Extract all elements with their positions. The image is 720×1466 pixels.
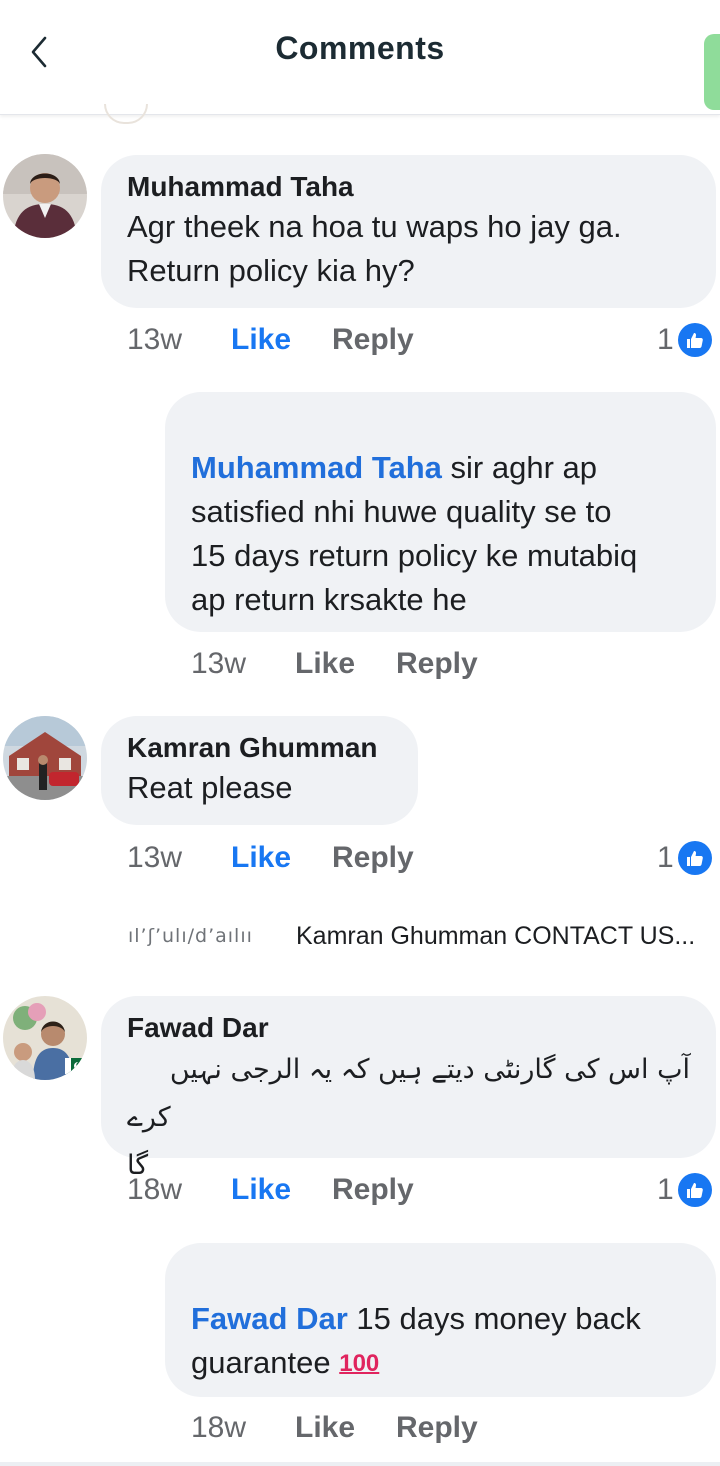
reaction-count[interactable]: 1: [657, 838, 712, 878]
reply-text-line: satisfied nhi huwe quality se to: [191, 494, 612, 529]
reaction-count[interactable]: 1: [657, 1170, 712, 1210]
comment-actions: 13w Like Reply: [127, 838, 414, 878]
comment-bubble[interactable]: Fawad Dar آپ اس کی گارنٹی دیتے ہیں کہ یہ…: [101, 996, 716, 1181]
reply-bubble[interactable]: Muhammad Taha sir aghr ap satisfied nhi …: [165, 392, 716, 632]
comment-bubble[interactable]: Kamran Ghumman Reat please: [101, 716, 418, 825]
reply-button[interactable]: Reply: [332, 323, 414, 357]
avatar-image: [3, 716, 87, 800]
reply-preview[interactable]: ıl’ʃ’ulı/d’aılıı Kamran Ghumman CONTACT …: [128, 914, 720, 958]
reply-actions: 13w Like Reply: [191, 644, 478, 684]
reaction-count[interactable]: 1: [657, 320, 712, 360]
avatar[interactable]: [3, 716, 87, 800]
reply-text-line: guarantee: [191, 1345, 340, 1380]
divider: [0, 1462, 720, 1466]
reply-text-line: ap return krsakte he: [191, 582, 467, 617]
avatar-image: [3, 154, 87, 238]
comment-text-line: آپ اس کی گارنٹی دیتے ہیں کہ یہ الرجی نہی…: [169, 1054, 690, 1085]
reply-preview-text: Kamran Ghumman CONTACT US...: [296, 921, 696, 950]
floating-action-edge[interactable]: [704, 34, 720, 110]
comment-actions: 18w Like Reply: [127, 1170, 414, 1210]
mention-link[interactable]: Fawad Dar: [191, 1301, 348, 1336]
thumbs-up-icon: [677, 1173, 712, 1207]
header-bar: Comments: [0, 0, 720, 115]
mention-link[interactable]: Muhammad Taha: [191, 450, 442, 485]
avatar[interactable]: [3, 154, 87, 238]
like-button[interactable]: Like: [295, 1411, 396, 1445]
like-button[interactable]: Like: [231, 323, 332, 357]
comment-text-line: Reat please: [127, 770, 293, 805]
reply-text-line: 15 days return policy ke mutabiq: [191, 538, 638, 573]
comment-author[interactable]: Muhammad Taha: [127, 169, 690, 205]
reply-text: 15 days money back: [347, 1301, 641, 1336]
reply-button[interactable]: Reply: [396, 647, 478, 681]
reaction-number: 1: [657, 323, 674, 356]
comment-bubble[interactable]: Muhammad Taha Agr theek na hoa tu waps h…: [101, 155, 716, 308]
comment-timestamp: 13w: [127, 323, 183, 356]
comment-author[interactable]: Kamran Ghumman: [127, 730, 392, 766]
comment-actions: 13w Like Reply: [127, 320, 414, 360]
reaction-number: 1: [657, 841, 674, 874]
avatar[interactable]: [3, 996, 87, 1080]
comment-author[interactable]: Fawad Dar: [127, 1010, 690, 1046]
comment-timestamp: 13w: [127, 841, 183, 874]
like-button[interactable]: Like: [295, 647, 396, 681]
reply-actions: 18w Like Reply: [191, 1408, 478, 1448]
reply-button[interactable]: Reply: [332, 1173, 414, 1207]
reaction-number: 1: [657, 1173, 674, 1206]
comment-text-line: Return policy kia hy?: [127, 253, 415, 288]
thumbs-up-icon: [677, 323, 712, 357]
reply-preview-author: ıl’ʃ’ulı/d’aılıı: [128, 925, 253, 947]
thumbs-up-icon: [677, 841, 712, 875]
hundred-points-icon: 100: [339, 1350, 380, 1377]
comment-timestamp: 18w: [127, 1173, 183, 1206]
page-title: Comments: [275, 30, 445, 66]
like-button[interactable]: Like: [231, 841, 332, 875]
avatar-partial: [104, 104, 148, 124]
comment-text-line: Agr theek na hoa tu waps ho jay ga.: [127, 209, 622, 244]
reply-button[interactable]: Reply: [332, 841, 414, 875]
reply-timestamp: 18w: [191, 1411, 247, 1444]
avatar-image: [3, 996, 87, 1080]
reply-bubble[interactable]: Fawad Dar 15 days money back guarantee 1…: [165, 1243, 716, 1397]
reply-timestamp: 13w: [191, 647, 247, 680]
reply-button[interactable]: Reply: [396, 1411, 478, 1445]
reply-text: sir aghr ap: [441, 450, 597, 485]
like-button[interactable]: Like: [231, 1173, 332, 1207]
